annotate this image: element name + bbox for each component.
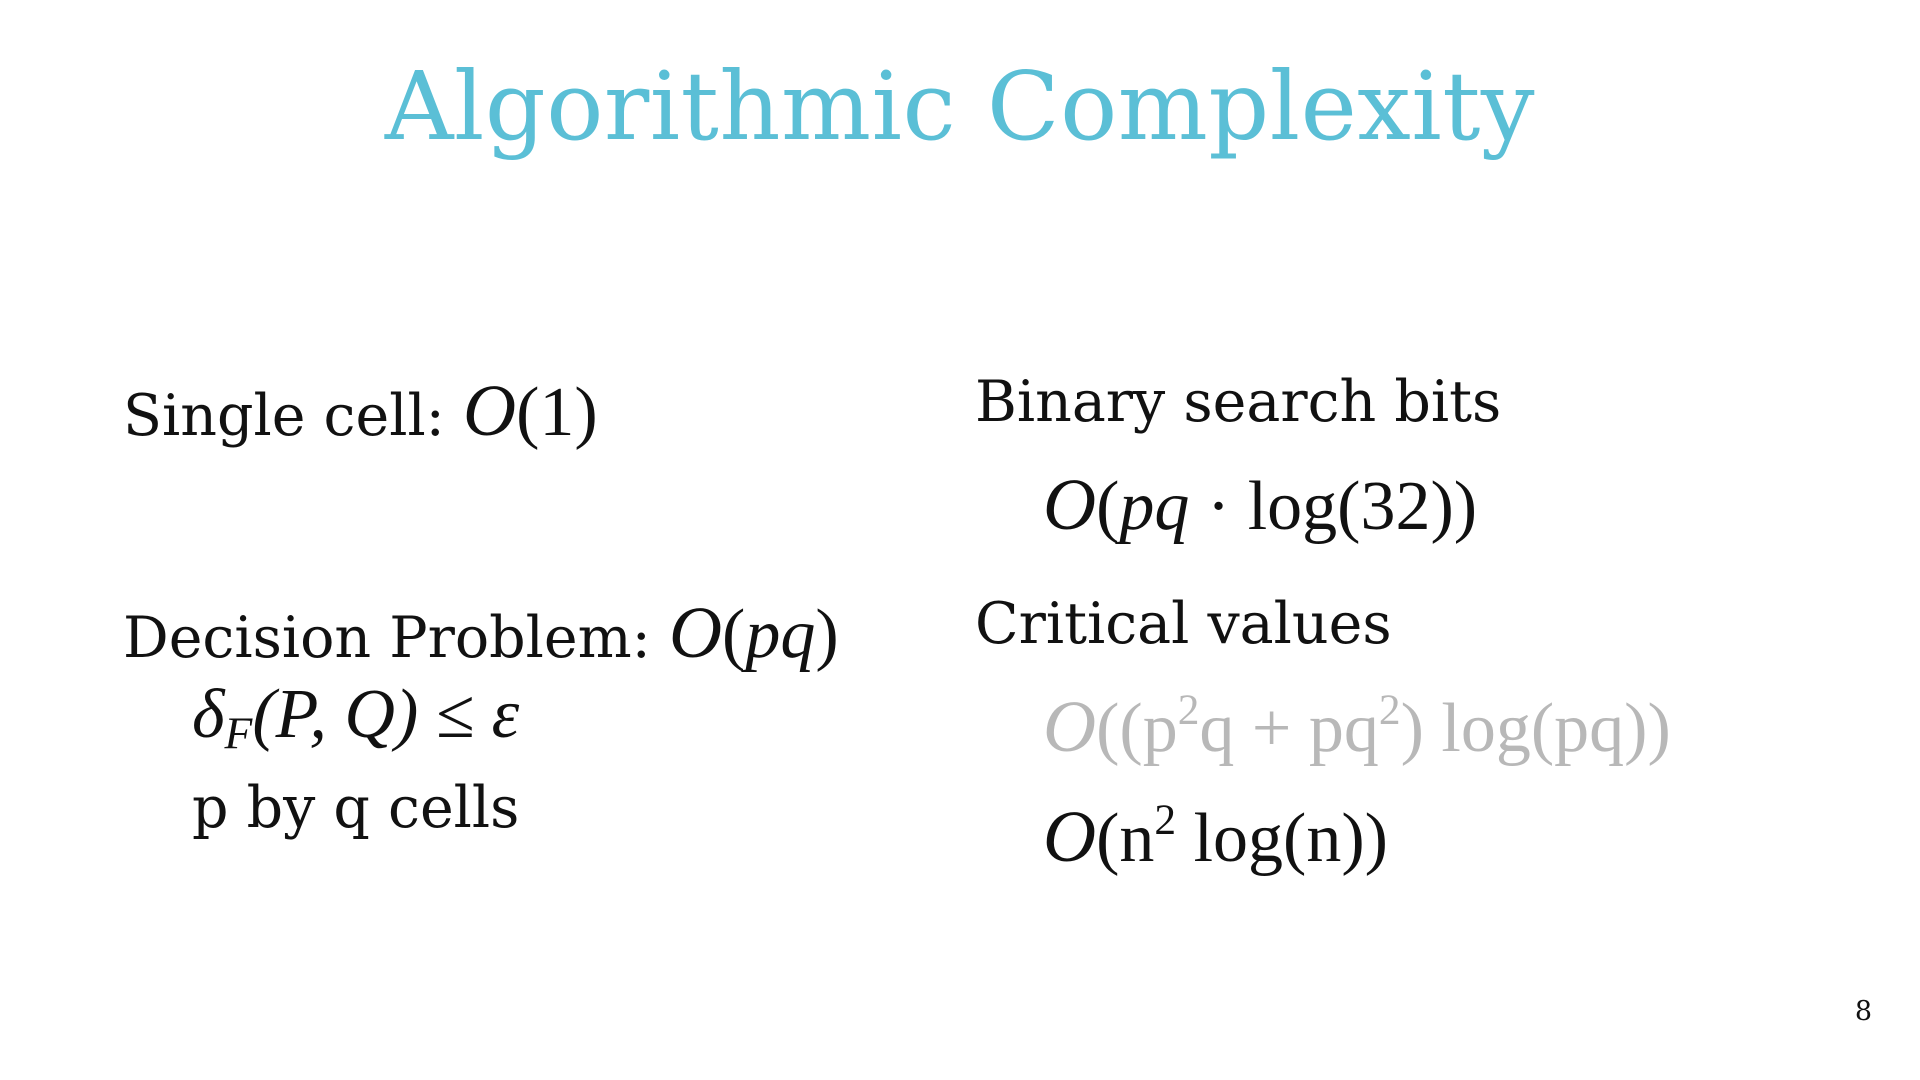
single-cell-complexity: O(1) bbox=[463, 370, 598, 451]
decision-problem-line: Decision Problem: O(pq) bbox=[123, 596, 839, 670]
critical-values-new-complexity: O(n2 log(n)) bbox=[1043, 796, 1388, 877]
binary-search-complexity: O(pq · log(32)) bbox=[1043, 464, 1478, 545]
decision-condition: δF(P, Q) ≤ ε bbox=[192, 676, 520, 759]
critical-values-label: Critical values bbox=[975, 591, 1392, 657]
single-cell-line: Single cell: O(1) bbox=[123, 374, 598, 448]
decision-problem-label: Decision Problem: bbox=[123, 605, 669, 671]
binary-search-label: Binary search bits bbox=[975, 369, 1502, 435]
decision-problem-complexity: O(pq) bbox=[668, 592, 839, 673]
cells-text: p by q cells bbox=[192, 775, 520, 841]
page-number: 8 bbox=[1854, 996, 1872, 1027]
slide-title: Algorithmic Complexity bbox=[384, 52, 1536, 162]
critical-values-old-complexity: O((p2q + pq2) log(pq)) bbox=[1043, 686, 1671, 767]
single-cell-label: Single cell: bbox=[123, 383, 463, 449]
